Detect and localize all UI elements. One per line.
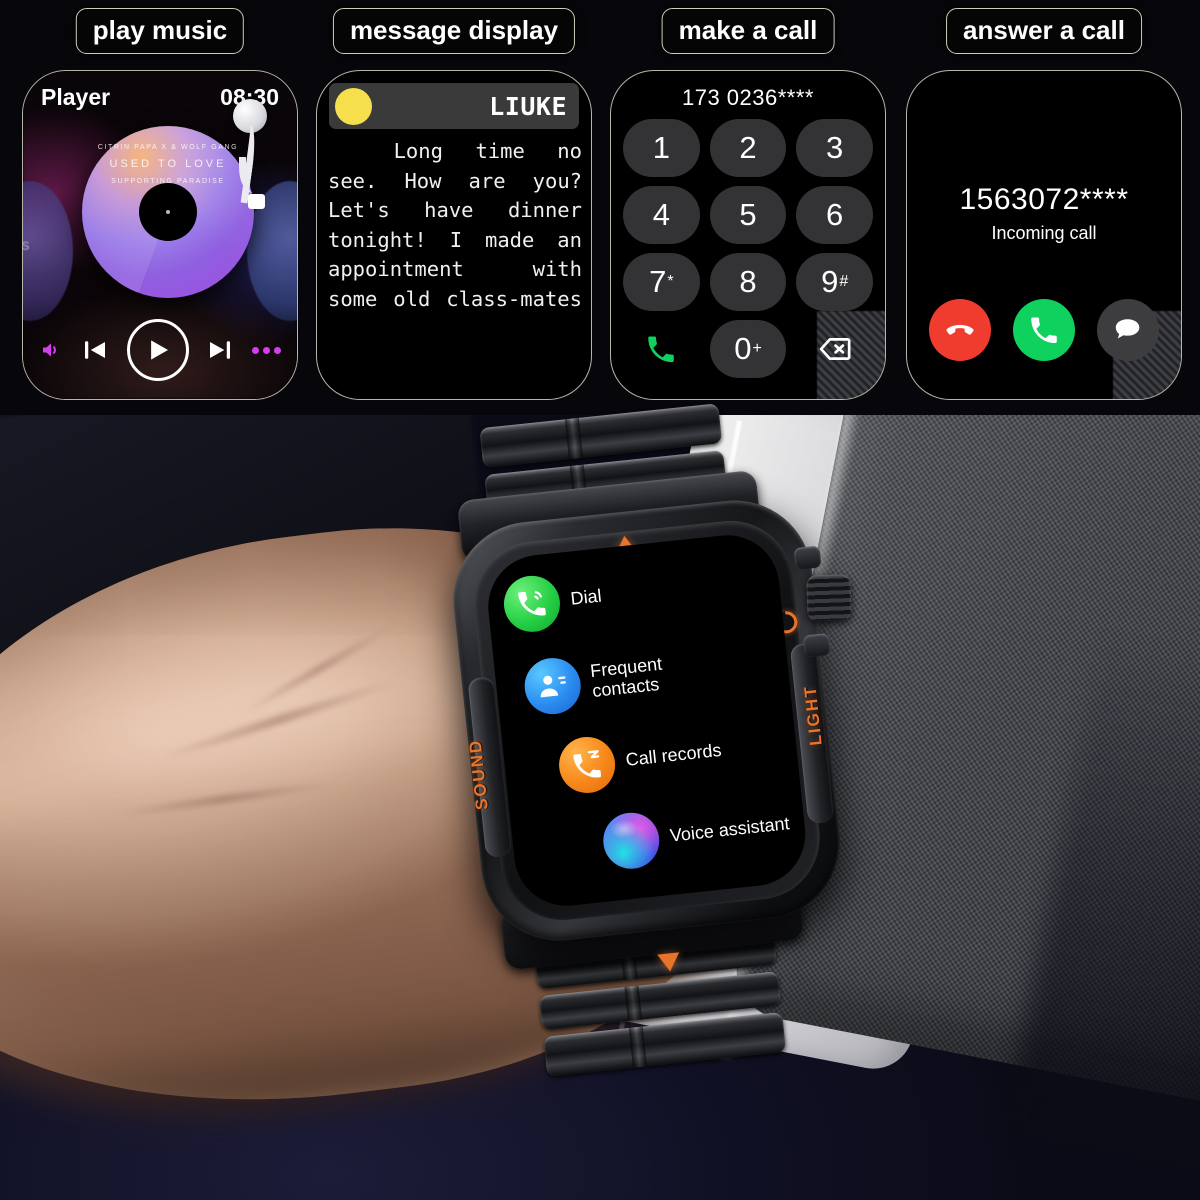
more-icon[interactable] [252,346,281,354]
menu-item-label: Frequent contacts [589,653,664,701]
message-screen[interactable]: LIUKE Long time no see. How are you? Let… [316,70,592,400]
tonearm-icon [203,99,273,209]
tonearm-cartridge [248,194,265,209]
brand-chevron-icon [657,952,682,973]
panel-tag-message-display: message display [332,8,576,54]
dialpad-key-3[interactable]: 3 [796,119,873,177]
player-controls [23,319,297,381]
volume-icon[interactable] [39,338,63,362]
incoming-call-actions [907,299,1181,361]
menu-item-frequent-contacts[interactable]: Frequent contacts [521,647,666,717]
menu-item-label: Dial [569,585,603,609]
phone-hangup-icon [946,324,974,335]
dialpad-key-5[interactable]: 5 [709,186,787,244]
key-digit: 9 [821,264,839,299]
player-screen[interactable]: Player 08:30 GONS CITRIN PAPA X & WOLF G… [22,70,298,400]
dialpad-key-9[interactable]: 9 # [796,253,873,311]
phone-answer-icon [1031,317,1057,344]
key-symbol: # [839,273,849,290]
bottom-pusher-button[interactable] [802,632,831,658]
key-digit: 0 [734,331,752,366]
menu-item-label: Call records [624,739,723,770]
decline-call-button[interactable] [929,299,991,361]
dialer-screen[interactable]: 173 0236**** 1 2 3 4 5 6 7 * 8 9 # 0 + [610,70,886,400]
message-bubble-icon [1115,319,1140,339]
phone-call-icon [648,336,675,363]
incoming-call-screen[interactable]: 1563072**** Incoming call [906,70,1182,400]
call-status: Incoming call [991,223,1097,243]
key-symbol: * [667,273,674,290]
accept-call-button[interactable] [1013,299,1075,361]
key-digit: 1 [652,130,670,165]
key-digit: 6 [826,197,844,232]
smartwatch: SOUND LIGHT Dial Frequent contacts Call … [434,403,910,1077]
dialpad-key-1[interactable]: 1 [623,119,700,177]
key-digit: 5 [739,197,757,232]
dialpad-key-8[interactable]: 8 [709,253,787,311]
watch-case: SOUND LIGHT Dial Frequent contacts Call … [445,492,852,973]
dialpad-call-button[interactable] [623,320,700,378]
play-button[interactable] [126,319,189,381]
voice-assistant-icon [600,809,663,872]
phone-dial-icon [501,573,563,635]
vinyl-spindle [139,183,197,241]
dialpad-key-4[interactable]: 4 [623,186,700,244]
call-menu-list: Dial Frequent contacts Call records Voic… [483,530,810,911]
panel-tag-play-music: play music [75,8,245,54]
dialpad-backspace-button[interactable] [796,320,873,378]
message-header: LIUKE [329,83,579,129]
dialpad-keys: 1 2 3 4 5 6 7 * 8 9 # 0 + [623,119,873,378]
backspace-icon [819,338,851,360]
message-sender: LIUKE [489,91,567,121]
menu-item-label: Voice assistant [668,813,791,846]
panel-tag-answer-a-call: answer a call [946,8,1142,54]
top-pusher-button[interactable] [793,545,822,571]
key-digit: 7 [649,264,667,299]
player-title: Player [41,84,111,110]
album-thumb-label: GONS [22,239,31,253]
dialpad-key-2[interactable]: 2 [709,119,787,177]
key-digit: 2 [739,130,757,165]
reply-message-button[interactable] [1097,299,1159,361]
menu-item-call-records[interactable]: Call records [556,723,724,796]
panel-tag-make-a-call: make a call [661,8,835,54]
caller-number: 1563072**** [959,183,1129,216]
next-icon[interactable] [205,335,235,365]
menu-item-voice-assistant[interactable]: Voice assistant [600,796,792,872]
dialed-number: 173 0236**** [681,85,814,110]
dialpad-key-6[interactable]: 6 [796,186,873,244]
key-digit: 8 [739,264,757,299]
call-log-icon [556,734,618,796]
avatar [335,87,372,125]
key-symbol: + [752,340,762,357]
menu-item-dial[interactable]: Dial [501,569,604,635]
message-body: Long time no see. How are you? Let's hav… [328,139,582,311]
contacts-icon [521,655,584,717]
previous-icon[interactable] [80,335,110,365]
dialpad-key-7[interactable]: 7 * [623,253,700,311]
key-digit: 3 [826,130,844,165]
key-digit: 4 [652,197,670,232]
rotating-crown[interactable] [806,574,852,622]
watch-screen[interactable]: Dial Frequent contacts Call records Voic… [483,530,811,911]
dialpad-key-0[interactable]: 0 + [709,320,787,378]
